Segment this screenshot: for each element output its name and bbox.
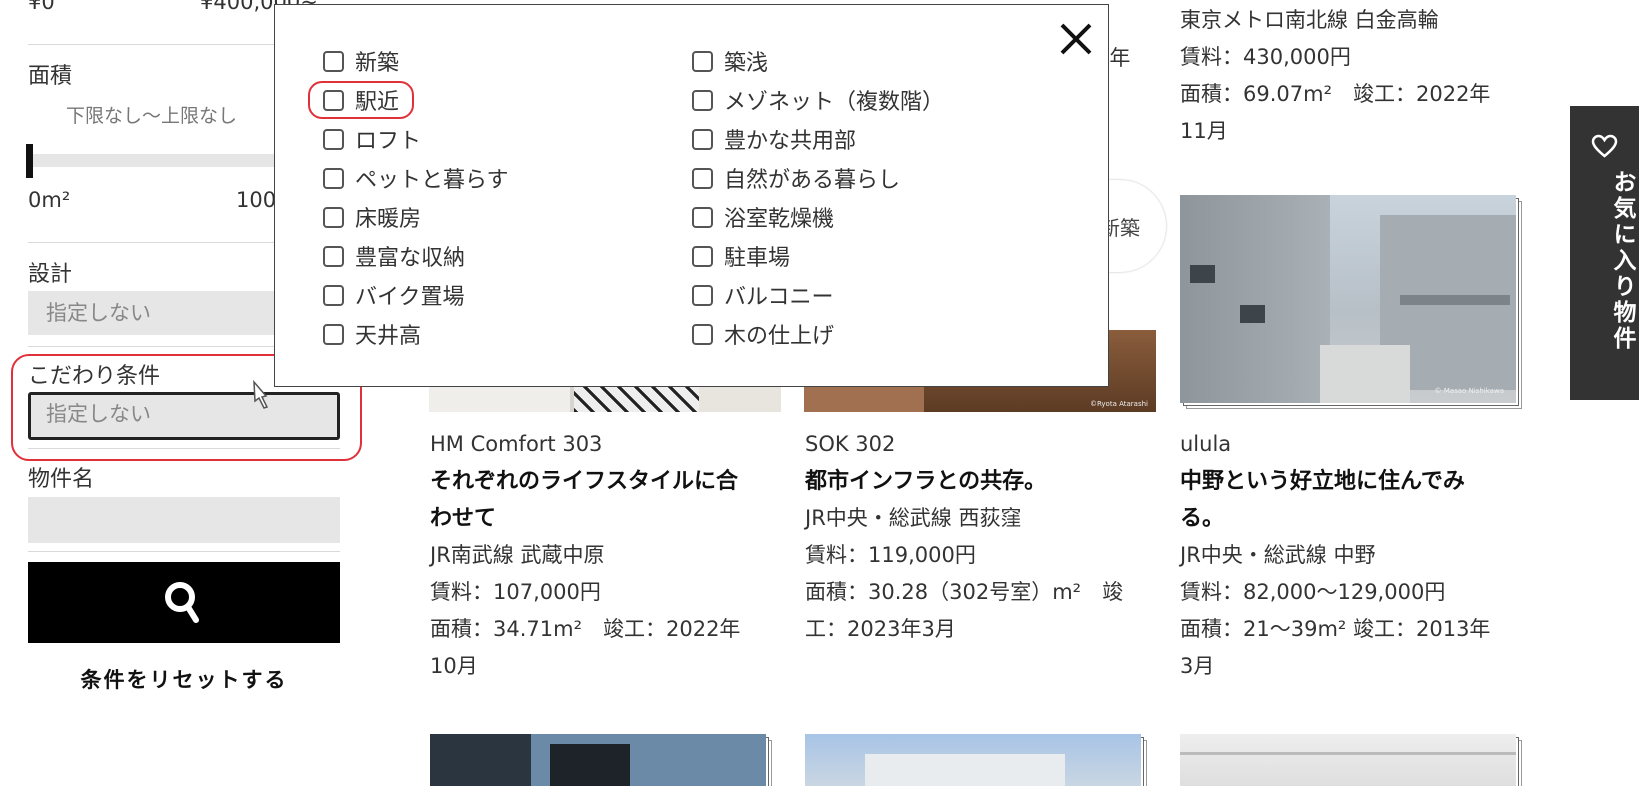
search-button[interactable]	[28, 562, 340, 643]
area-min-value: 0m²	[28, 188, 71, 212]
listing-name[interactable]: ulula	[1180, 426, 1525, 463]
option-wood-finish[interactable]: 木の仕上げ	[692, 318, 834, 349]
option-chikuasa[interactable]: 築浅	[692, 45, 768, 76]
checkbox[interactable]	[692, 323, 713, 345]
checkbox[interactable]	[692, 284, 713, 306]
option-shinchiku[interactable]: 新築	[323, 45, 399, 76]
option-floor-heating[interactable]: 床暖房	[323, 201, 421, 232]
option-high-ceiling[interactable]: 天井高	[323, 318, 421, 349]
heart-icon	[1591, 134, 1618, 158]
listing-photo-5[interactable]	[805, 734, 1147, 786]
listing-rent: 賃料：119,000円	[805, 543, 976, 567]
listing-card-1[interactable]: HM Comfort 303 それぞれのライフスタイルに合 わせて JR南武線 …	[430, 426, 780, 685]
close-icon[interactable]	[1056, 19, 1096, 59]
listing-rent: 賃料：107,000円	[430, 580, 601, 604]
photo-credit: ©Ryota Atarashi	[1089, 400, 1148, 408]
option-pet[interactable]: ペットと暮らす	[323, 162, 509, 193]
listing-area: 面積：34.71m² 竣工：2022年	[430, 617, 741, 641]
checkbox[interactable]	[323, 206, 344, 228]
area-range-text: 下限なし～上限なし	[66, 105, 238, 127]
design-label: 設計	[28, 262, 73, 287]
listing-name[interactable]: HM Comfort 303	[430, 426, 780, 463]
top-listing-area: 面積：69.07m² 竣工：2022年	[1180, 82, 1491, 106]
listing-station: JR中央・総武線 中野	[1180, 543, 1376, 567]
option-shared-space[interactable]: 豊かな共用部	[692, 123, 856, 154]
kodawari-conditions-modal: 新築 駅近 ロフト ペットと暮らす 床暖房 豊富な収納 バイク置場 天井高 築浅…	[274, 4, 1109, 387]
listing-photo-6[interactable]	[1180, 734, 1522, 786]
top-listing-info: 東京メトロ南北線 白金高輪 賃料：430,000円 面積：69.07m² 竣工：…	[1180, 2, 1490, 150]
favorites-label: お気に入り物件	[1609, 170, 1635, 352]
top-listing-rent: 賃料：430,000円	[1180, 45, 1351, 69]
checkbox[interactable]	[323, 245, 344, 267]
area-label: 面積	[28, 64, 73, 89]
option-loft[interactable]: ロフト	[323, 123, 421, 154]
highlight-annotation	[308, 81, 414, 119]
reset-conditions-link[interactable]: 条件をリセットする	[28, 664, 340, 694]
checkbox[interactable]	[692, 89, 713, 111]
listing-photo-4[interactable]	[430, 734, 772, 786]
option-bath-dryer[interactable]: 浴室乾燥機	[692, 201, 834, 232]
listing-station: JR南武線 武蔵中原	[430, 543, 605, 567]
checkbox[interactable]	[692, 245, 713, 267]
option-maisonette[interactable]: メゾネット（複数階）	[692, 84, 944, 115]
checkbox[interactable]	[323, 284, 344, 306]
listing-area-cont: 3月	[1180, 654, 1215, 678]
option-bike-parking[interactable]: バイク置場	[323, 279, 465, 310]
property-name-label: 物件名	[28, 467, 95, 492]
favorites-tab[interactable]: お気に入り物件	[1570, 106, 1639, 400]
listing-catch[interactable]: 中野という好立地に住んでみ	[1180, 463, 1525, 500]
photo-credit: © Masao Nishikawa	[1434, 387, 1504, 395]
option-nature[interactable]: 自然がある暮らし	[692, 162, 900, 193]
listing-card-2[interactable]: SOK 302 都市インフラとの共存。 JR中央・総武線 西荻窪 賃料：119,…	[805, 426, 1155, 648]
listing-catch-cont[interactable]: わせて	[430, 500, 780, 537]
checkbox[interactable]	[692, 128, 713, 150]
checkbox[interactable]	[692, 167, 713, 189]
top-listing-station: 東京メトロ南北線 白金高輪	[1180, 8, 1439, 32]
area-slider-handle[interactable]	[26, 144, 33, 178]
option-balcony[interactable]: バルコニー	[692, 279, 834, 310]
checkbox[interactable]	[692, 50, 713, 72]
area-max-value: 100	[236, 188, 277, 212]
checkbox[interactable]	[323, 128, 344, 150]
checkbox[interactable]	[323, 50, 344, 72]
listing-card-3[interactable]: ulula 中野という好立地に住んでみ る。 JR中央・総武線 中野 賃料：82…	[1180, 426, 1525, 685]
listing-rent: 賃料：82,000～129,000円	[1180, 580, 1446, 604]
checkbox[interactable]	[323, 323, 344, 345]
listing-station: JR中央・総武線 西荻窪	[805, 506, 1022, 530]
checkbox[interactable]	[323, 167, 344, 189]
listing-catch[interactable]: 都市インフラとの共存。	[805, 463, 1155, 500]
top-listing-area-cont: 11月	[1180, 119, 1228, 143]
listing-area: 面積：21～39m² 竣工：2013年	[1180, 617, 1491, 641]
option-storage[interactable]: 豊富な収納	[323, 240, 465, 271]
listing-name[interactable]: SOK 302	[805, 426, 1155, 463]
property-name-input[interactable]	[28, 497, 340, 543]
listing-area-cont: 工：2023年3月	[805, 617, 956, 641]
listing-catch-cont[interactable]: る。	[1180, 500, 1525, 537]
rent-range-min: ¥0	[28, 0, 55, 14]
option-parking[interactable]: 駐車場	[692, 240, 790, 271]
search-icon	[165, 582, 199, 623]
listing-photo-3[interactable]: © Masao Nishikawa	[1180, 195, 1522, 409]
divider	[28, 551, 340, 552]
checkbox[interactable]	[692, 206, 713, 228]
listing-area-cont: 10月	[430, 654, 478, 678]
listing-area: 面積：30.28（302号室）m² 竣	[805, 580, 1124, 604]
cursor-icon	[253, 380, 269, 409]
listing-catch[interactable]: それぞれのライフスタイルに合	[430, 463, 780, 500]
